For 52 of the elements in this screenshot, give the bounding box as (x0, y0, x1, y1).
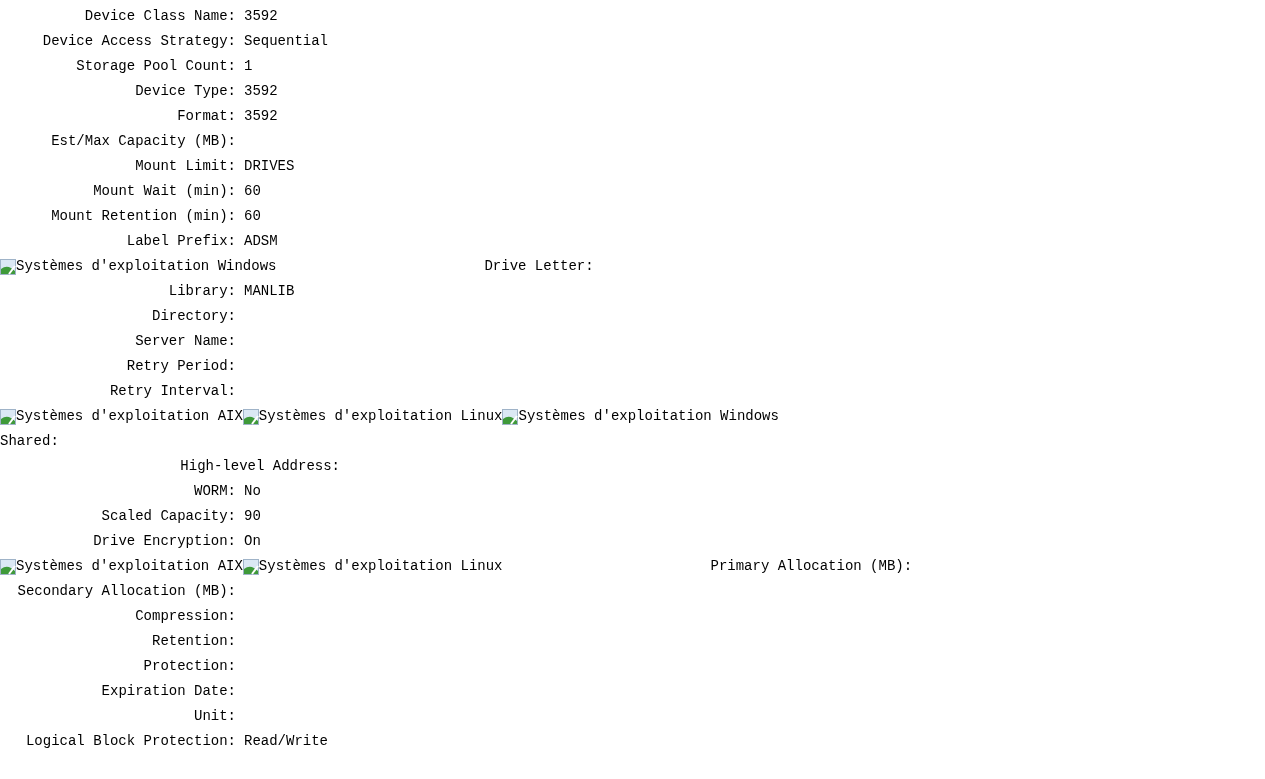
field-label: Est/Max Capacity (MB): (50, 132, 236, 151)
field-label: WORM: (193, 482, 236, 501)
field-label: Drive Encryption: (92, 532, 236, 551)
field-value: ADSM (244, 232, 278, 251)
field-label: Compression: (134, 607, 236, 626)
field-value: No (244, 482, 261, 501)
field-label: Device Access Strategy: (41, 32, 236, 51)
broken-image-icon (502, 408, 519, 425)
field-label: Label Prefix: (125, 232, 236, 251)
field-value: 1 (244, 57, 253, 76)
field-label: Mount Limit: (134, 157, 236, 176)
field-label: Server Name: (134, 332, 236, 351)
field-label: Unit: (193, 707, 236, 726)
field-value: On (244, 532, 261, 551)
field-label: Logical Block Protection: (24, 732, 236, 751)
field-label: Primary Allocation (MB): (710, 557, 913, 576)
field-label: Mount Wait (min): (92, 182, 236, 201)
os-name: Systèmes d'exploitation AIX (16, 407, 243, 426)
field-label: Directory: (151, 307, 236, 326)
broken-image-icon (242, 408, 259, 425)
field-value: 3592 (244, 107, 278, 126)
field-label: Device Class Name: (83, 7, 236, 26)
field-label: Scaled Capacity: (100, 507, 236, 526)
field-value: 90 (244, 507, 261, 526)
field-label: Format: (176, 107, 236, 126)
field-label: Mount Retention (min): (50, 207, 236, 226)
field-label: Storage Pool Count: (75, 57, 236, 76)
field-label: Secondary Allocation (MB): (16, 582, 236, 601)
field-label: Protection: (142, 657, 236, 676)
field-label: Expiration Date: (100, 682, 236, 701)
field-value: MANLIB (244, 282, 295, 301)
broken-image-icon (242, 558, 259, 575)
field-label: Retry Interval: (108, 382, 236, 401)
field-value: 3592 (244, 7, 278, 26)
field-value: Read/Write (244, 732, 328, 751)
field-value: Sequential (244, 32, 328, 51)
field-label: Retention: (151, 632, 236, 651)
field-value: 60 (244, 207, 261, 226)
os-name: Systèmes d'exploitation Linux (258, 557, 503, 576)
field-label: Shared: (0, 432, 59, 451)
field-label: Device Type: (134, 82, 236, 101)
field-value: 3592 (244, 82, 278, 101)
field-value: DRIVES (244, 157, 295, 176)
field-label: Library: (167, 282, 236, 301)
os-name: Systèmes d'exploitation Linux (258, 407, 503, 426)
os-name: Systèmes d'exploitation Windows (518, 407, 779, 426)
field-label: High-level Address: (179, 457, 340, 476)
field-label: Retry Period: (125, 357, 236, 376)
field-label: Drive Letter: (484, 257, 594, 276)
field-value: 60 (244, 182, 261, 201)
os-name: Systèmes d'exploitation AIX (16, 557, 243, 576)
os-name: Systèmes d'exploitation Windows (16, 257, 277, 276)
